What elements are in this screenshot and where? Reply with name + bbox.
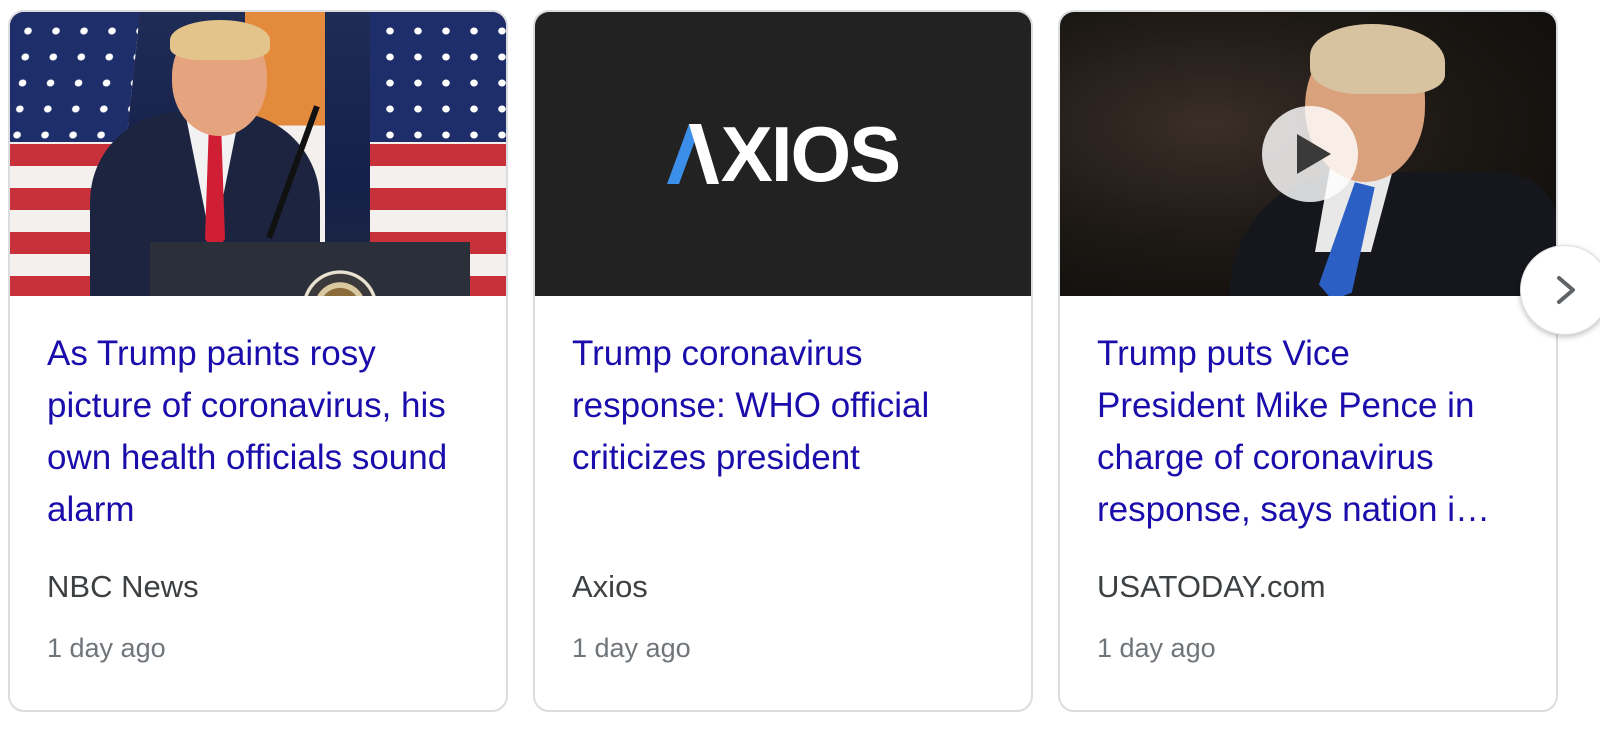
news-card[interactable]: XIOS Trump coronavirus response: WHO off… xyxy=(533,10,1033,712)
news-source: NBC News xyxy=(47,569,199,604)
axios-logo-text: XIOS xyxy=(720,109,901,198)
news-headline[interactable]: Trump coronavirus response: WHO official… xyxy=(572,328,995,536)
chevron-right-icon xyxy=(1557,276,1575,304)
news-card[interactable]: As Trump paints rosy picture of coronavi… xyxy=(8,10,508,712)
news-thumbnail[interactable]: XIOS xyxy=(535,12,1031,296)
carousel-next-button[interactable] xyxy=(1520,245,1600,335)
axios-a-mark-icon xyxy=(666,124,719,184)
news-headline[interactable]: As Trump paints rosy picture of coronavi… xyxy=(47,328,470,536)
news-thumbnail[interactable] xyxy=(10,12,506,296)
headline-line: response, says nation i… xyxy=(1097,490,1490,529)
play-icon xyxy=(1297,134,1331,174)
news-thumbnail[interactable] xyxy=(1060,12,1556,296)
news-source: Axios xyxy=(572,569,648,604)
top-stories-carousel: As Trump paints rosy picture of coronavi… xyxy=(0,0,1600,732)
play-button[interactable] xyxy=(1262,106,1358,202)
news-time: 1 day ago xyxy=(572,633,691,663)
headline-line: President Mike Pence in xyxy=(1097,386,1475,425)
news-headline[interactable]: Trump puts Vice President Mike Pence in … xyxy=(1097,328,1520,536)
headline-line: Trump puts Vice xyxy=(1097,334,1350,373)
news-card[interactable]: Trump puts Vice President Mike Pence in … xyxy=(1058,10,1558,712)
headline-line: charge of coronavirus xyxy=(1097,438,1434,477)
axios-logo: XIOS xyxy=(666,109,901,200)
news-time: 1 day ago xyxy=(1097,633,1216,663)
news-time: 1 day ago xyxy=(47,633,166,663)
news-source: USATODAY.com xyxy=(1097,569,1326,604)
